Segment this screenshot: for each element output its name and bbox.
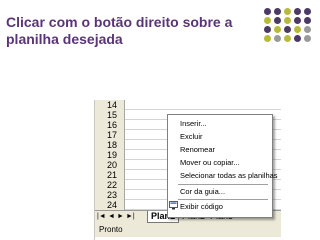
decorative-dot bbox=[284, 8, 291, 15]
slide-title: Clicar com o botão direito sobre a plani… bbox=[6, 14, 256, 48]
view-code-icon bbox=[169, 201, 178, 210]
slide-title-line-1: Clicar com o botão direito sobre a bbox=[6, 14, 233, 30]
menu-item-tab-color[interactable]: Cor da guia... bbox=[180, 187, 225, 197]
row-header[interactable]: 18 bbox=[95, 140, 125, 150]
row-header[interactable]: 22 bbox=[95, 180, 125, 190]
menu-item-view-code[interactable]: Exibir código bbox=[180, 202, 223, 212]
decorative-dot bbox=[304, 35, 311, 42]
menu-item-move-copy[interactable]: Mover ou copiar... bbox=[180, 158, 240, 168]
menu-separator bbox=[178, 184, 268, 185]
menu-item-select-all-sheets[interactable]: Selecionar todas as planilhas bbox=[180, 171, 278, 181]
decorative-dot bbox=[284, 26, 291, 33]
decorative-dot bbox=[264, 35, 271, 42]
table-row: 14 bbox=[95, 100, 281, 110]
sheet-context-menu: Inserir... Excluir Renomear Mover ou cop… bbox=[167, 114, 278, 218]
decorative-dot bbox=[274, 35, 281, 42]
decorative-dot bbox=[264, 8, 271, 15]
decorative-dot bbox=[294, 35, 301, 42]
decorative-dot bbox=[304, 17, 311, 24]
row-header[interactable]: 23 bbox=[95, 190, 125, 200]
row-header[interactable]: 14 bbox=[95, 100, 125, 110]
row-header[interactable]: 19 bbox=[95, 150, 125, 160]
decorative-dot bbox=[274, 8, 281, 15]
slide-title-line-2: planilha desejada bbox=[6, 31, 123, 47]
decorative-dot bbox=[264, 26, 271, 33]
row-header[interactable]: 17 bbox=[95, 130, 125, 140]
first-sheet-button[interactable]: |◄ bbox=[97, 212, 106, 222]
next-sheet-button[interactable]: ► bbox=[117, 212, 124, 222]
prev-sheet-button[interactable]: ◄ bbox=[108, 212, 115, 222]
row-header[interactable]: 20 bbox=[95, 160, 125, 170]
decorative-dot bbox=[304, 8, 311, 15]
menu-separator bbox=[178, 199, 268, 200]
decorative-dot bbox=[274, 26, 281, 33]
decorative-dot bbox=[284, 35, 291, 42]
decorative-dot bbox=[284, 17, 291, 24]
menu-item-delete[interactable]: Excluir bbox=[180, 132, 203, 142]
decorative-dot bbox=[294, 26, 301, 33]
row-header[interactable]: 16 bbox=[95, 120, 125, 130]
row-header[interactable]: 15 bbox=[95, 110, 125, 120]
decorative-dot bbox=[294, 8, 301, 15]
decorative-dot bbox=[304, 26, 311, 33]
decorative-dot bbox=[274, 17, 281, 24]
decorative-dot bbox=[264, 17, 271, 24]
row-header[interactable]: 21 bbox=[95, 170, 125, 180]
decorative-dot-grid bbox=[258, 4, 320, 44]
menu-item-rename[interactable]: Renomear bbox=[180, 145, 215, 155]
status-bar: Pronto bbox=[95, 223, 281, 237]
decorative-dot bbox=[294, 17, 301, 24]
last-sheet-button[interactable]: ►| bbox=[126, 212, 135, 222]
menu-item-insert[interactable]: Inserir... bbox=[180, 119, 207, 129]
row-header[interactable]: 24 bbox=[95, 200, 125, 210]
